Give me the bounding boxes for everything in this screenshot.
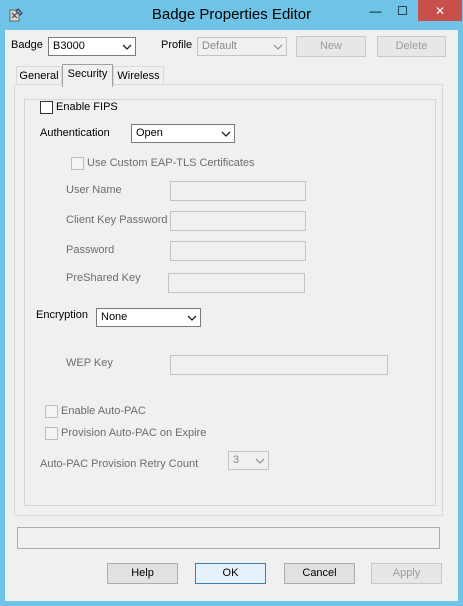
encryption-select-value: None [101,311,128,323]
chevron-down-icon [122,44,132,50]
minimize-icon: — [369,3,382,18]
title-bar[interactable]: Badge Properties Editor — ☐ ✕ [0,0,463,30]
tab-wireless[interactable]: Wireless [113,66,164,86]
user-name-label: User Name [66,184,122,196]
wep-key-label: WEP Key [66,357,113,369]
encryption-select[interactable]: None [96,308,201,327]
enable-fips-checkbox[interactable] [40,101,53,114]
password-input[interactable] [170,241,306,261]
maximize-icon: ☐ [397,3,408,18]
preshared-key-label: PreShared Key [66,272,141,284]
provision-auto-pac-label: Provision Auto-PAC on Expire [61,427,207,439]
authentication-select-value: Open [136,127,163,139]
enable-fips-label: Enable FIPS [56,101,118,113]
retry-count-value: 3 [233,454,240,466]
maximize-button[interactable]: ☐ [389,0,416,21]
delete-button[interactable]: Delete [377,36,446,57]
profile-select-value: Default [202,40,237,52]
encryption-label: Encryption [36,309,88,321]
chevron-down-icon [273,44,283,50]
close-button[interactable]: ✕ [418,0,462,21]
retry-count-label: Auto-PAC Provision Retry Count [40,458,199,470]
chevron-down-icon [221,131,231,137]
apply-button[interactable]: Apply [371,563,442,584]
dialog-client-area: Badge B3000 Profile Default New Delete G… [5,30,458,601]
authentication-select[interactable]: Open [131,124,235,143]
client-key-password-input[interactable] [170,211,306,231]
new-button[interactable]: New [296,36,366,57]
retry-count-select[interactable]: 3 [228,451,269,470]
password-label: Password [66,244,115,256]
help-button[interactable]: Help [107,563,178,584]
tab-general[interactable]: General [16,66,62,86]
use-custom-eap-checkbox[interactable] [71,157,84,170]
provision-auto-pac-checkbox[interactable] [45,427,58,440]
ok-button[interactable]: OK [195,563,266,584]
wep-key-input[interactable] [170,355,388,375]
preshared-key-input[interactable] [168,273,305,293]
tab-security[interactable]: Security [62,64,113,87]
minimize-button[interactable]: — [362,0,389,21]
badge-select-value: B3000 [53,40,85,52]
close-icon: ✕ [434,3,446,18]
profile-label: Profile [161,39,193,51]
user-name-input[interactable] [170,181,306,201]
chevron-down-icon [255,458,265,464]
profile-select[interactable]: Default [197,37,287,56]
badge-label: Badge [11,39,43,51]
chevron-down-icon [187,315,197,321]
client-key-password-label: Client Key Password [66,214,168,226]
badge-select[interactable]: B3000 [48,37,136,56]
authentication-label: Authentication [40,127,110,139]
cancel-button[interactable]: Cancel [284,563,355,584]
enable-auto-pac-checkbox[interactable] [45,405,58,418]
status-bar [17,527,440,549]
use-custom-eap-label: Use Custom EAP-TLS Certificates [87,157,255,169]
enable-auto-pac-label: Enable Auto-PAC [61,405,146,417]
badge-properties-window: Badge Properties Editor — ☐ ✕ Badge B300… [0,0,463,606]
